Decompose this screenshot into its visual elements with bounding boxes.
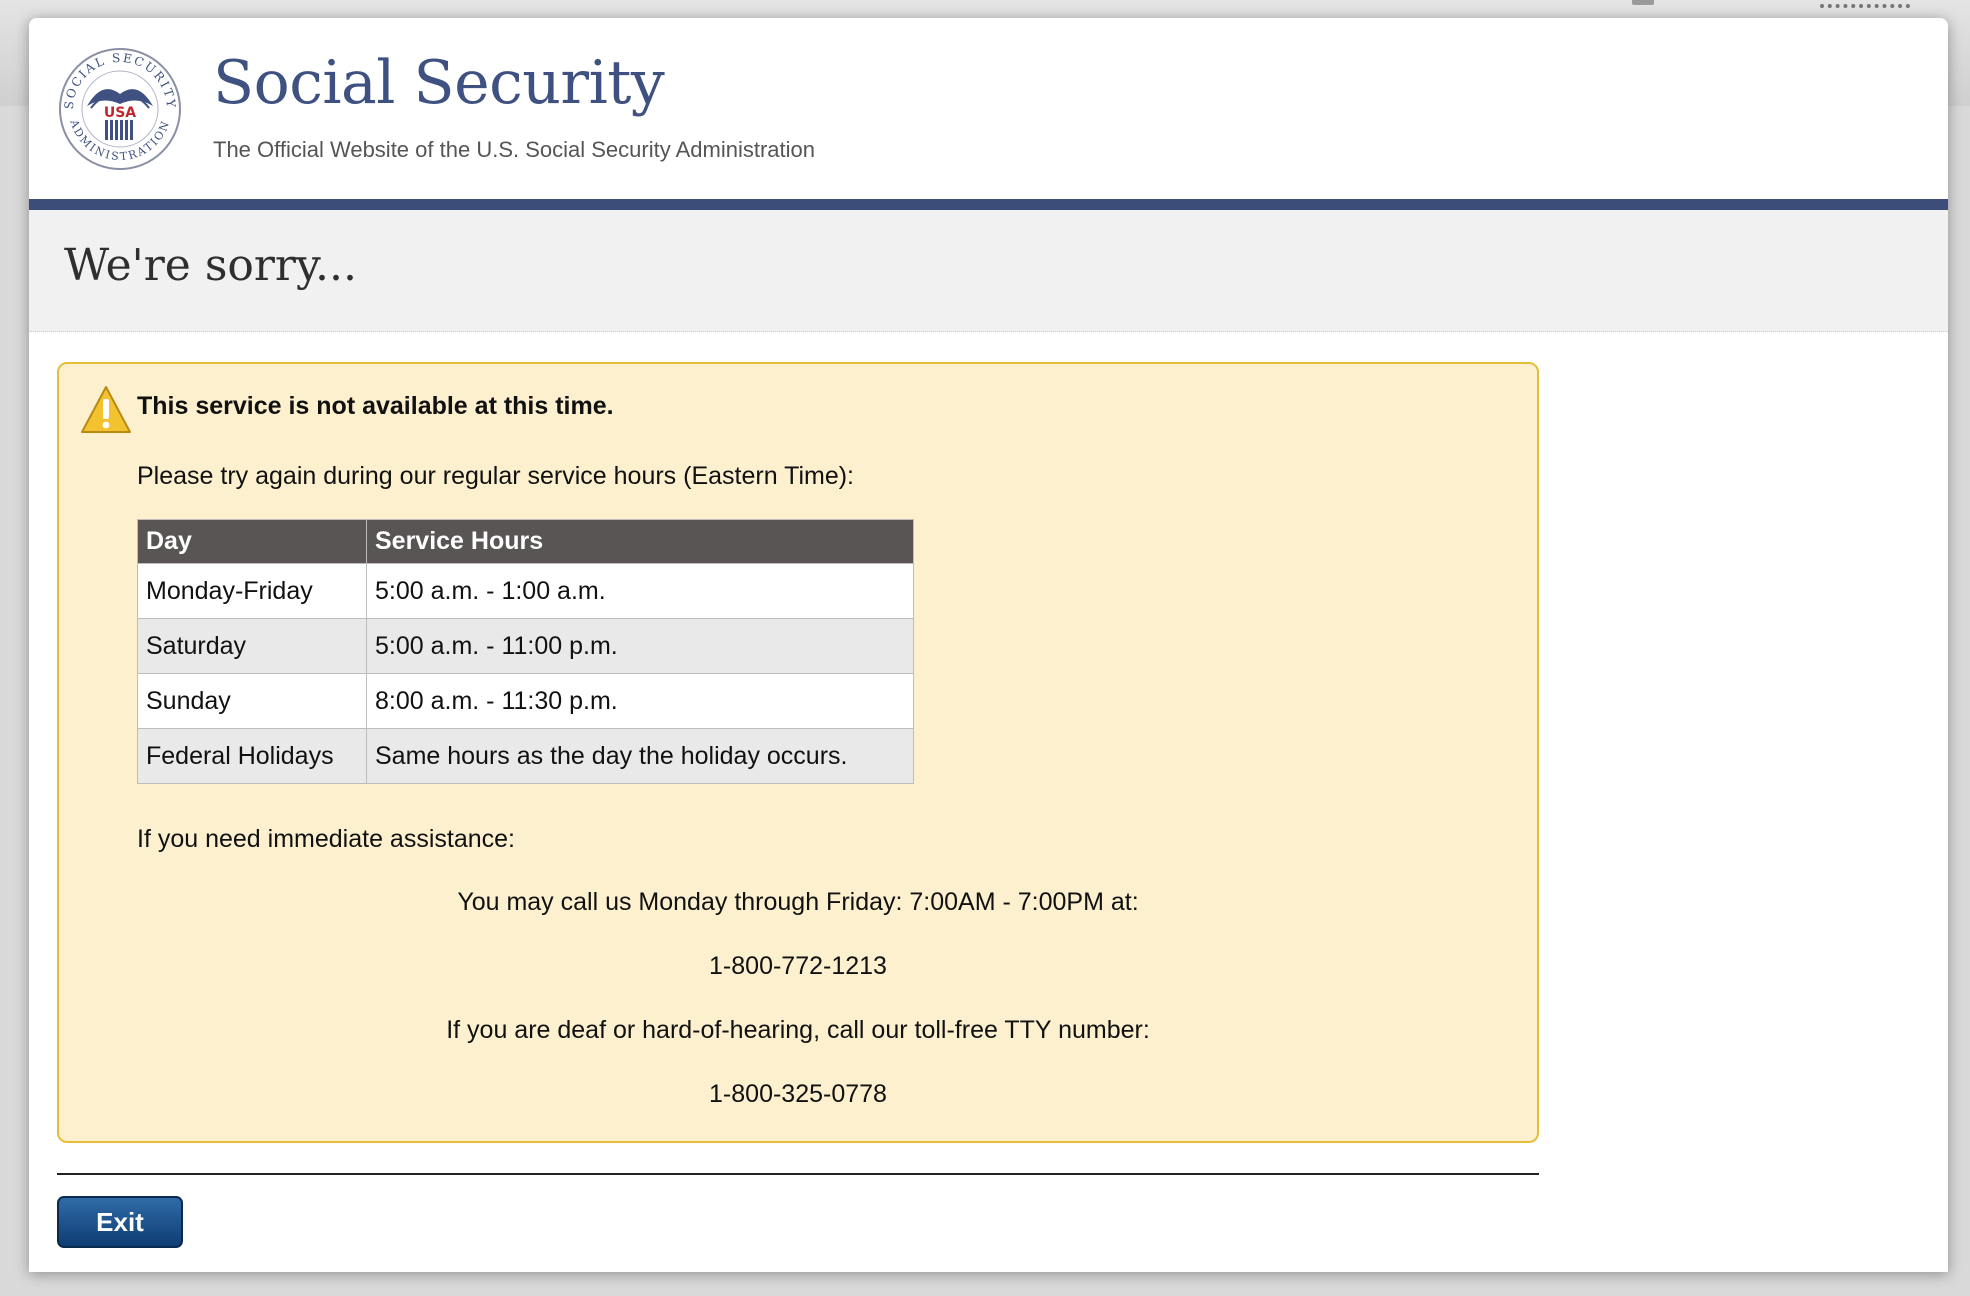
service-hours-table: Day Service Hours Monday-Friday 5:00 a.m… (137, 519, 914, 784)
site-title[interactable]: Social Security (213, 48, 665, 118)
day-cell: Sunday (137, 673, 367, 729)
hours-cell: 5:00 a.m. - 1:00 a.m. (366, 563, 914, 619)
title-band: We're sorry... (29, 210, 1948, 332)
hours-cell: Same hours as the day the holiday occurs… (366, 728, 914, 784)
hours-cell: 8:00 a.m. - 11:30 p.m. (366, 673, 914, 729)
table-header-row: Day Service Hours (137, 519, 914, 564)
call-hours-text: You may call us Monday through Friday: 7… (457, 888, 1139, 916)
backdrop-icon (1632, 0, 1654, 5)
site-header: SOCIAL SECURITY ADMINISTRATION USA Socia… (29, 18, 1948, 199)
column-header-day: Day (137, 519, 367, 564)
svg-text:USA: USA (104, 105, 136, 121)
table-row: Monday-Friday 5:00 a.m. - 1:00 a.m. (137, 563, 914, 619)
page-title: We're sorry... (64, 240, 357, 291)
warning-icon (81, 386, 131, 433)
table-row: Sunday 8:00 a.m. - 11:30 p.m. (137, 673, 914, 729)
header-rule (29, 199, 1948, 210)
exit-button[interactable]: Exit (57, 1196, 183, 1248)
alert-intro: Please try again during our regular serv… (137, 462, 854, 490)
hours-cell: 5:00 a.m. - 11:00 p.m. (366, 618, 914, 674)
tty-text: If you are deaf or hard-of-hearing, call… (446, 1016, 1150, 1044)
assistance-label: If you need immediate assistance: (137, 825, 515, 853)
service-unavailable-alert: This service is not available at this ti… (57, 362, 1539, 1143)
table-row: Saturday 5:00 a.m. - 11:00 p.m. (137, 618, 914, 674)
day-cell: Monday-Friday (137, 563, 367, 619)
footer-divider (57, 1173, 1539, 1175)
column-header-service-hours: Service Hours (366, 519, 914, 564)
site-subtitle: The Official Website of the U.S. Social … (213, 137, 816, 162)
page-window: SOCIAL SECURITY ADMINISTRATION USA Socia… (29, 18, 1948, 1272)
tty-phone-number: 1-800-325-0778 (709, 1080, 887, 1108)
backdrop-partial-text (1820, 0, 1910, 8)
alert-heading: This service is not available at this ti… (137, 392, 614, 420)
day-cell: Saturday (137, 618, 367, 674)
ssa-seal-logo[interactable]: SOCIAL SECURITY ADMINISTRATION USA (57, 46, 183, 172)
phone-number: 1-800-772-1213 (709, 952, 887, 980)
table-row: Federal Holidays Same hours as the day t… (137, 728, 914, 784)
day-cell: Federal Holidays (137, 728, 367, 784)
